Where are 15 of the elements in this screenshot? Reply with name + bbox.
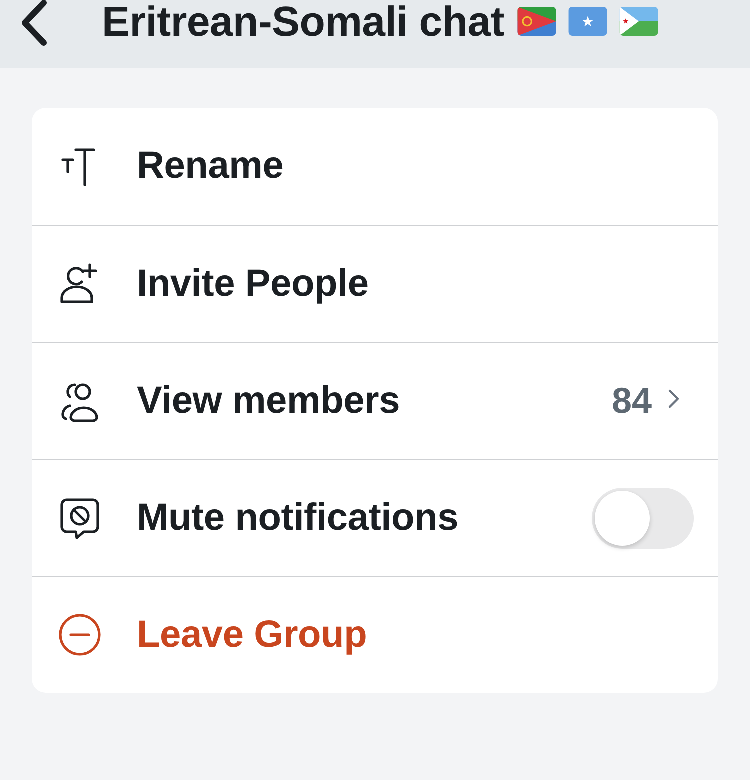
minus-circle-icon <box>58 613 102 657</box>
setting-label: Mute notifications <box>137 496 458 540</box>
chat-title: Eritrean-Somali chat <box>102 0 504 44</box>
flag-icon <box>619 7 660 36</box>
flag-icon <box>568 7 608 36</box>
leave-group-button[interactable]: Leave Group <box>32 576 718 693</box>
speech-bubble-ban-icon <box>58 496 102 540</box>
member-count: 84 <box>612 379 652 423</box>
menu-item[interactable]: Rename <box>32 108 718 225</box>
flag-icon <box>517 7 558 36</box>
back-button[interactable] <box>19 0 49 46</box>
menu-item[interactable]: Invite People <box>32 225 718 342</box>
menu-item[interactable]: View members 84 <box>32 342 718 459</box>
chevron-right-icon <box>668 389 680 409</box>
back-icon <box>19 0 49 46</box>
